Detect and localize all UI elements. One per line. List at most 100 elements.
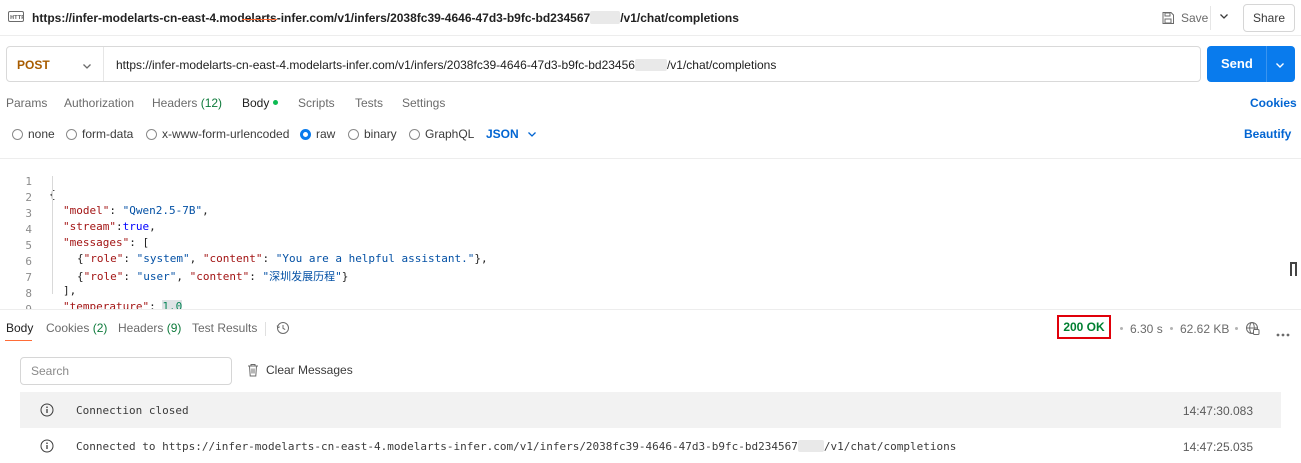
- message-text-suffix: /v1/chat/completions: [823, 440, 957, 453]
- chevron-down-icon[interactable]: [1218, 10, 1230, 25]
- active-response-tab-underline: [5, 340, 32, 341]
- response-tab-cookies-label: Cookies: [46, 321, 90, 335]
- redacted-segment: [590, 11, 621, 24]
- message-search: [20, 357, 232, 385]
- send-divider: [1266, 46, 1267, 82]
- message-timestamp: 14:47:30.083: [1182, 404, 1253, 418]
- code-line: 4 "messages": [: [0, 210, 1290, 249]
- method-divider: [103, 47, 104, 81]
- code-line: 7 ],: [0, 258, 1290, 297]
- chevron-down-icon: [527, 132, 536, 137]
- response-tab-cookies[interactable]: Cookies (2): [46, 321, 107, 335]
- tab-body-label: Body: [242, 96, 270, 110]
- response-tab-test-results[interactable]: Test Results: [192, 321, 257, 335]
- redacted-segment: [634, 59, 667, 71]
- radio-circle: [66, 128, 77, 140]
- code-line: 6 {"role": "user", "content": "深圳发展历程"}: [0, 242, 1290, 283]
- beautify-link[interactable]: Beautify: [1244, 127, 1291, 141]
- search-input[interactable]: [31, 359, 231, 383]
- code-line: 2 "model": "Qwen2.5-7B",: [0, 178, 1290, 217]
- cookies-link[interactable]: Cookies: [1250, 96, 1297, 110]
- radio-graphql[interactable]: GraphQL: [409, 127, 474, 141]
- message-row[interactable]: Connection closed 14:47:30.083: [20, 392, 1281, 428]
- tab-headers-count: (12): [200, 96, 223, 110]
- chevron-down-icon[interactable]: [1274, 59, 1286, 74]
- tab-settings[interactable]: Settings: [402, 96, 445, 110]
- info-icon: [40, 439, 54, 456]
- line-number: 9: [25, 303, 32, 310]
- more-options-icon[interactable]: [1276, 326, 1290, 340]
- code-line: 9 }: [0, 290, 1290, 309]
- request-tabs: Params Authorization Headers (12) Body S…: [0, 96, 1301, 118]
- radio-label: x-www-form-urlencoded: [162, 127, 290, 141]
- format-select[interactable]: JSON: [486, 127, 537, 141]
- tab-body[interactable]: Body: [242, 96, 279, 110]
- response-tab-body[interactable]: Body: [6, 321, 33, 335]
- radio-label: binary: [364, 127, 397, 141]
- method-select[interactable]: POST: [17, 58, 50, 72]
- send-button[interactable]: Send: [1207, 46, 1295, 82]
- status-code[interactable]: 200 OK: [1063, 320, 1104, 334]
- history-icon[interactable]: [276, 321, 290, 338]
- radio-binary[interactable]: binary: [348, 127, 397, 141]
- info-icon: [40, 403, 54, 420]
- radio-none[interactable]: none: [12, 127, 55, 141]
- body-editor[interactable]: 1 { 2 "model": "Qwen2.5-7B", 3 "stream":…: [0, 158, 1301, 310]
- save-label: Save: [1181, 11, 1209, 25]
- code-line: 1 {: [0, 162, 1290, 201]
- code-line: 3 "stream":true,: [0, 194, 1290, 233]
- url-input[interactable]: https://infer-modelarts-cn-east-4.modela…: [116, 58, 776, 72]
- send-label: Send: [1221, 56, 1253, 71]
- request-title-suffix: /v1/chat/completions: [620, 11, 739, 25]
- request-title[interactable]: https://infer-modelarts-cn-east-4.modela…: [32, 11, 739, 25]
- response-tab-cookies-count: (2): [92, 321, 108, 335]
- save-icon: [1162, 12, 1174, 24]
- clear-messages-button[interactable]: Clear Messages: [247, 363, 353, 377]
- meta-separator: [1235, 327, 1238, 330]
- response-tab-headers-count: (9): [166, 321, 182, 335]
- url-suffix: /v1/chat/completions: [666, 58, 777, 72]
- save-button[interactable]: Save: [1161, 8, 1208, 28]
- radio-form-data[interactable]: form-data: [66, 127, 133, 141]
- request-title-prefix: https://infer-modelarts-cn-east-4.modela…: [32, 11, 591, 25]
- code-line: 8 "temperature": 1.0: [0, 274, 1290, 309]
- tab-scripts[interactable]: Scripts: [298, 96, 335, 110]
- tab-headers[interactable]: Headers (12): [152, 96, 222, 110]
- message-text-prefix: Connected to https://infer-modelarts-cn-…: [76, 440, 798, 453]
- chevron-down-icon[interactable]: [81, 60, 93, 75]
- radio-label: none: [28, 127, 55, 141]
- code-line: 5 {"role": "system", "content": "You are…: [0, 226, 1290, 265]
- radio-label: form-data: [82, 127, 134, 141]
- save-divider: [1210, 6, 1211, 30]
- editor-scrollbar[interactable]: [1290, 262, 1297, 276]
- trash-icon: [248, 364, 258, 377]
- radio-label: raw: [316, 127, 336, 141]
- http-request-icon: HTTP: [8, 10, 25, 24]
- response-tab-headers-label: Headers: [118, 321, 164, 335]
- tab-tests[interactable]: Tests: [355, 96, 383, 110]
- request-url-bar: POST https://infer-modelarts-cn-east-4.m…: [6, 46, 1201, 82]
- url-prefix: https://infer-modelarts-cn-east-4.modela…: [116, 58, 635, 72]
- meta-separator: [1170, 327, 1173, 330]
- message-text: Connection closed: [76, 404, 189, 417]
- tab-params[interactable]: Params: [6, 96, 47, 110]
- message-row[interactable]: Connected to https://infer-modelarts-cn-…: [20, 428, 1281, 463]
- svg-text:HTTP: HTTP: [10, 15, 24, 21]
- modified-indicator: [273, 100, 279, 105]
- share-button[interactable]: Share: [1243, 4, 1295, 32]
- response-time[interactable]: 6.30 s: [1130, 322, 1163, 336]
- radio-circle: [348, 128, 359, 140]
- radio-raw[interactable]: raw: [300, 127, 335, 141]
- radio-circle: [409, 128, 420, 140]
- tab-headers-label: Headers: [152, 96, 198, 110]
- radio-label: GraphQL: [425, 127, 475, 141]
- response-tab-headers[interactable]: Headers (9): [118, 321, 181, 335]
- radio-urlencoded[interactable]: x-www-form-urlencoded: [146, 127, 289, 141]
- response-tab-divider: [265, 322, 266, 336]
- status-highlight: 200 OK: [1057, 315, 1111, 339]
- network-globe-icon[interactable]: [1245, 321, 1260, 339]
- message-timestamp: 14:47:25.035: [1182, 440, 1253, 454]
- redacted-segment: [797, 440, 824, 452]
- response-size[interactable]: 62.62 KB: [1180, 322, 1229, 336]
- tab-authorization[interactable]: Authorization: [64, 96, 134, 110]
